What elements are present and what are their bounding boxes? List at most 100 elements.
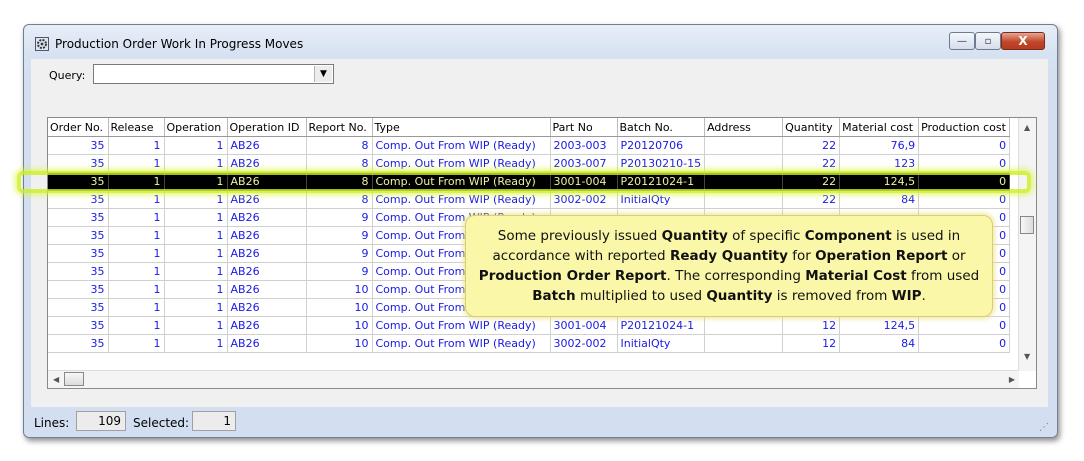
dropdown-arrow-icon[interactable]: ▼ xyxy=(314,66,332,82)
table-cell: 10 xyxy=(306,280,373,299)
table-cell: 12 xyxy=(782,316,841,335)
callout-text: or xyxy=(947,248,966,264)
table-cell: AB26 xyxy=(227,154,307,173)
table-cell: 0 xyxy=(918,334,1011,353)
resize-grip-icon[interactable]: ⋰ xyxy=(1039,422,1049,433)
table-row[interactable]: 35 1 1 AB26 8 Comp. Out From WIP (Ready) 2003-… xyxy=(48,136,1011,155)
callout-text: Batch xyxy=(532,288,576,304)
table-cell: 8 xyxy=(306,154,373,173)
table-cell: 12 xyxy=(782,334,841,353)
column-header[interactable]: Production cost xyxy=(918,118,1011,137)
table-cell: 1 xyxy=(164,226,228,245)
selected-label: Selected: xyxy=(133,416,190,430)
table-cell: AB26 xyxy=(227,244,307,263)
table-cell: 35 xyxy=(48,190,109,209)
scroll-right-icon[interactable]: ▶ xyxy=(1009,375,1015,384)
column-header[interactable]: Address xyxy=(704,118,784,137)
table-cell: 35 xyxy=(48,136,109,155)
table-cell: 9 xyxy=(306,226,373,245)
horizontal-scroll-thumb[interactable] xyxy=(64,372,84,386)
vertical-scrollbar[interactable]: ▲ ▼ xyxy=(1018,118,1036,371)
table-row[interactable]: 35 1 1 AB26 8 Comp. Out From WIP (Ready) 2003-… xyxy=(48,154,1011,173)
table-cell: AB26 xyxy=(227,190,307,209)
table-cell: 0 xyxy=(918,316,1011,335)
column-header[interactable]: Batch No. xyxy=(617,118,706,137)
table-cell: 35 xyxy=(48,208,109,227)
table-cell: 1 xyxy=(108,316,165,335)
table-row[interactable]: 35 1 1 AB26 10 Comp. Out From WIP (Ready) 3002… xyxy=(48,334,1011,353)
table-cell: 1 xyxy=(164,154,228,173)
table-cell: 1 xyxy=(164,316,228,335)
callout-text: Ready Quantity xyxy=(669,248,788,264)
query-dropdown[interactable]: ▼ xyxy=(93,64,334,84)
column-header[interactable]: Order No. xyxy=(48,118,109,137)
scroll-left-icon[interactable]: ◀ xyxy=(53,375,59,384)
table-cell: AB26 xyxy=(227,316,307,335)
table-cell: 1 xyxy=(108,136,165,155)
table-cell: InitialQty xyxy=(617,190,706,209)
status-bar: Lines: 109 Selected: 1 ⋰ xyxy=(24,407,1055,437)
table-cell: 3001-004 xyxy=(550,316,618,335)
table-cell: 8 xyxy=(306,190,373,209)
callout-text: from used xyxy=(906,268,980,284)
table-cell: P20120706 xyxy=(617,136,706,155)
table-cell xyxy=(704,154,784,173)
vertical-scroll-thumb[interactable] xyxy=(1020,216,1034,234)
table-cell: 2003-007 xyxy=(550,154,618,173)
table-cell xyxy=(704,316,784,335)
close-button[interactable]: X xyxy=(1001,32,1045,50)
table-cell: Comp. Out From WIP (Ready) xyxy=(372,190,551,209)
table-cell: 1 xyxy=(164,208,228,227)
minimize-button[interactable]: — xyxy=(949,32,975,50)
table-cell: 1 xyxy=(164,136,228,155)
lines-label: Lines: xyxy=(34,416,70,430)
selected-row-highlight xyxy=(17,171,1031,193)
table-cell: 123 xyxy=(839,154,920,173)
column-header[interactable]: Part No xyxy=(550,118,618,137)
table-cell: 35 xyxy=(48,154,109,173)
scroll-up-icon[interactable]: ▲ xyxy=(1024,123,1030,132)
table-cell: AB26 xyxy=(227,226,307,245)
callout-text: for xyxy=(787,248,816,264)
column-header[interactable]: Operation xyxy=(164,118,228,137)
table-cell: AB26 xyxy=(227,208,307,227)
table-cell: 1 xyxy=(164,334,228,353)
table-cell xyxy=(704,190,784,209)
maximize-button[interactable]: ▫ xyxy=(975,32,1001,50)
column-header[interactable]: Release xyxy=(108,118,165,137)
callout-text: . The corresponding xyxy=(666,268,806,284)
table-cell: 35 xyxy=(48,262,109,281)
table-cell: 9 xyxy=(306,262,373,281)
column-header[interactable]: Material cost xyxy=(839,118,920,137)
column-header[interactable]: Report No. xyxy=(306,118,373,137)
scroll-down-icon[interactable]: ▼ xyxy=(1024,352,1030,361)
column-header[interactable]: Quantity xyxy=(782,118,841,137)
callout-text: of specific xyxy=(727,228,805,244)
table-cell: 1 xyxy=(108,334,165,353)
table-cell: 22 xyxy=(782,136,841,155)
callout-text: Production Order Report xyxy=(478,268,667,284)
callout-text: multiplied to used xyxy=(575,288,707,304)
column-header[interactable]: Type xyxy=(372,118,551,137)
selected-count: 1 xyxy=(192,411,236,431)
title-bar[interactable]: Production Order Work In Progress Moves … xyxy=(24,25,1057,59)
table-row[interactable]: 35 1 1 AB26 8 Comp. Out From WIP (Ready) 3002-… xyxy=(48,190,1011,209)
table-cell: 1 xyxy=(164,244,228,263)
table-cell: 3002-002 xyxy=(550,334,618,353)
horizontal-scrollbar[interactable]: ◀ ▶ xyxy=(48,370,1019,388)
callout-text: Some previously issued xyxy=(497,228,662,244)
column-header[interactable]: Operation ID xyxy=(227,118,307,137)
gear-app-icon xyxy=(35,37,49,51)
table-cell: 1 xyxy=(164,298,228,317)
callout-text: Component xyxy=(804,228,892,244)
table-cell: 1 xyxy=(108,298,165,317)
table-row[interactable]: 35 1 1 AB26 10 Comp. Out From WIP (Ready) 3001… xyxy=(48,316,1011,335)
table-cell: 1 xyxy=(108,280,165,299)
table-cell: 10 xyxy=(306,334,373,353)
table-cell: Comp. Out From WIP (Ready) xyxy=(372,316,551,335)
table-cell: 84 xyxy=(839,190,920,209)
table-cell: 22 xyxy=(782,190,841,209)
table-cell: 1 xyxy=(164,262,228,281)
table-cell: 1 xyxy=(108,190,165,209)
callout-text: Quantity xyxy=(706,288,773,304)
